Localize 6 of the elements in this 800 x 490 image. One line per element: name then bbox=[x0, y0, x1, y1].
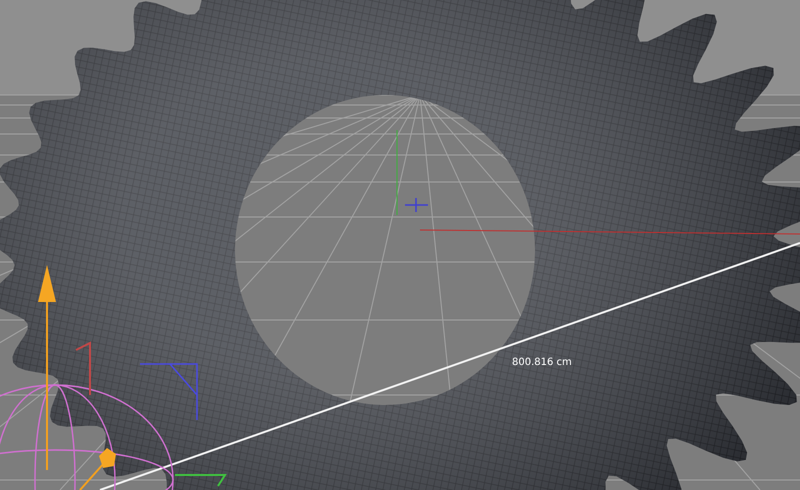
z-corner-marker bbox=[139, 363, 198, 421]
move-arrow-icon bbox=[38, 265, 56, 470]
measurement-label: 800.816 cm bbox=[512, 357, 572, 368]
scale-handle-icon bbox=[79, 448, 116, 490]
z-axis-marker bbox=[404, 197, 429, 213]
y-corner-marker bbox=[175, 474, 227, 487]
